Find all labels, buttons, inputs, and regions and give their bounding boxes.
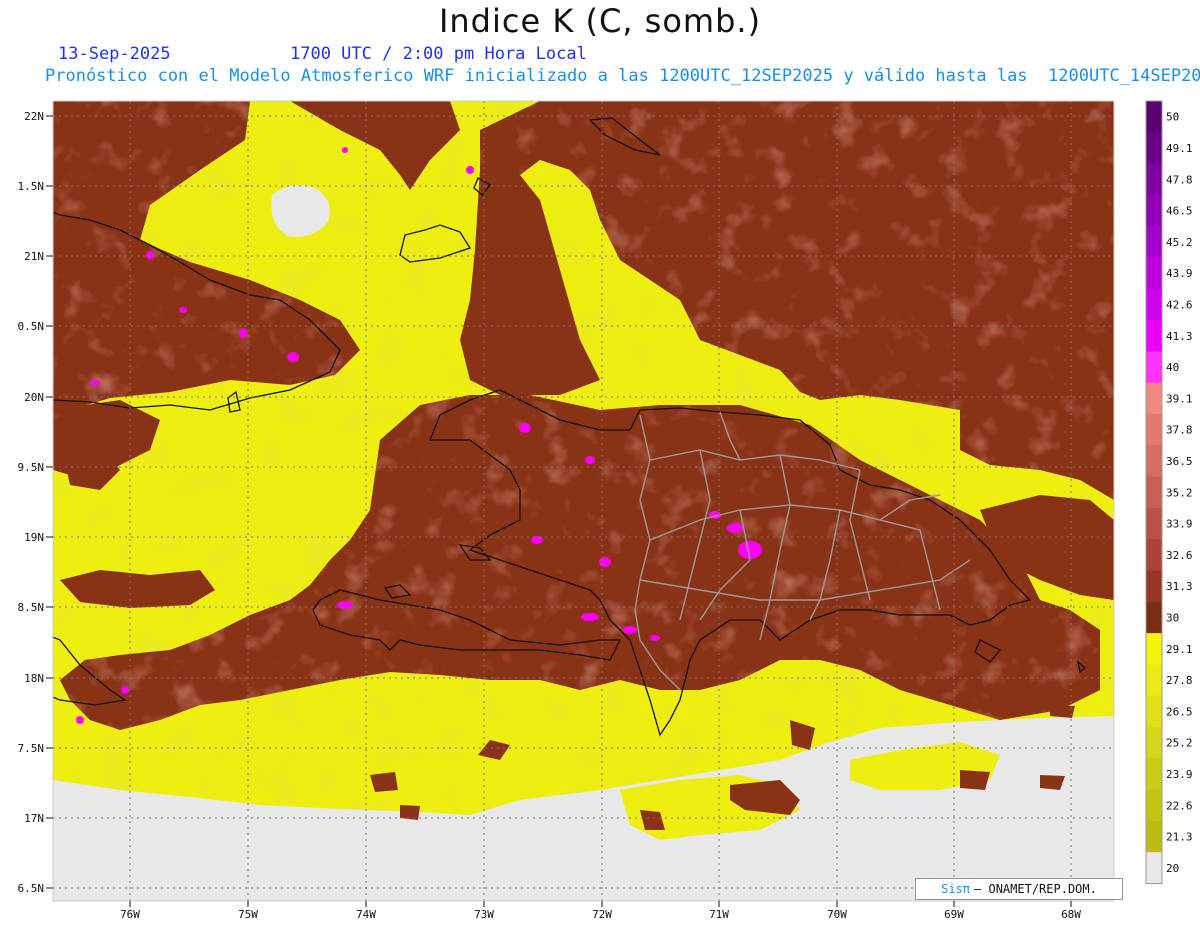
lon-label: 68W (1061, 908, 1081, 921)
credit-text: – ONAMET/REP.DOM. (974, 882, 1097, 896)
colorbar-label: 43.9 (1166, 267, 1193, 280)
colorbar-swatch (1146, 382, 1162, 415)
colorbar-swatch (1146, 351, 1162, 384)
colorbar-label: 20 (1166, 862, 1179, 875)
colorbar-swatch (1146, 539, 1162, 571)
colorbar-swatch (1146, 194, 1162, 227)
lat-label: 18N (24, 672, 44, 685)
latitude-axis: 22N 1.5N 21N 0.5N 20N 9.5N 19N 8.5N 18N … (18, 110, 53, 895)
colorbar-label: 37.8 (1166, 424, 1193, 437)
lat-label: 1.5N (18, 180, 45, 193)
colorbar-label: 41.3 (1166, 330, 1193, 343)
map-plot-area (53, 101, 1114, 901)
lat-label: 6.5N (18, 882, 45, 895)
lat-label: 0.5N (18, 320, 45, 333)
colorbar-swatch (1146, 226, 1162, 258)
lon-label: 74W (356, 908, 376, 921)
colorbar-label: 21.3 (1166, 831, 1193, 844)
colorbar-label: 39.1 (1166, 392, 1193, 405)
colorbar-label: 36.5 (1166, 455, 1193, 468)
colorbar: 50 49.1 47.8 46.5 45.2 43.9 42.6 41.3 40 39.1 37.8… (1145, 100, 1193, 884)
colorbar-label: 31.3 (1166, 580, 1193, 593)
colorbar-swatch (1146, 758, 1162, 791)
colorbar-label: 50 (1166, 111, 1179, 124)
colorbar-swatch (1146, 132, 1162, 165)
colorbar-swatch (1146, 445, 1162, 478)
lat-label: 19N (24, 531, 44, 544)
colorbar-swatch (1146, 727, 1162, 759)
credit-box: Sisπ – ONAMET/REP.DOM. (915, 878, 1123, 900)
colorbar-swatch (1146, 633, 1162, 665)
lat-label: 20N (24, 391, 44, 404)
colorbar-swatch (1146, 257, 1162, 290)
colorbar-label: 45.2 (1166, 236, 1193, 249)
colorbar-label: 22.6 (1166, 799, 1193, 812)
colorbar-label: 42.6 (1166, 298, 1193, 311)
lon-label: 73W (474, 908, 494, 921)
colorbar-swatch (1146, 507, 1162, 540)
colorbar-swatch (1146, 101, 1162, 133)
colorbar-label: 47.8 (1166, 173, 1193, 186)
colorbar-swatch (1146, 163, 1162, 196)
colorbar-swatch (1146, 695, 1162, 728)
longitude-axis: 76W 75W 74W 73W 72W 71W 70W 69W 68W (120, 901, 1081, 921)
colorbar-label: 29.1 (1166, 643, 1193, 656)
colorbar-label: 26.5 (1166, 705, 1193, 718)
colorbar-label: 46.5 (1166, 205, 1193, 218)
colorbar-swatch (1146, 320, 1162, 352)
lat-label: 7.5N (18, 742, 45, 755)
colorbar-label: 49.1 (1166, 142, 1193, 155)
lat-label: 17N (24, 812, 44, 825)
lon-label: 71W (709, 908, 729, 921)
lon-label: 69W (944, 908, 964, 921)
colorbar-label: 33.9 (1166, 518, 1193, 531)
colorbar-swatch (1146, 288, 1162, 321)
colorbar-swatch (1146, 789, 1162, 822)
colorbar-swatch (1146, 820, 1162, 853)
lon-label: 76W (120, 908, 140, 921)
colorbar-swatch (1146, 414, 1162, 446)
lat-label: 21N (24, 250, 44, 263)
colorbar-swatch (1146, 852, 1162, 884)
lon-label: 75W (238, 908, 258, 921)
colorbar-swatch (1146, 601, 1162, 634)
lon-label: 72W (592, 908, 612, 921)
colorbar-label: 23.9 (1166, 768, 1193, 781)
colorbar-swatch (1146, 570, 1162, 603)
colorbar-swatch (1146, 476, 1162, 509)
sispi-logo: Sisπ (941, 882, 971, 896)
colorbar-label: 32.6 (1166, 549, 1193, 562)
lat-label: 22N (24, 110, 44, 123)
lon-label: 70W (827, 908, 847, 921)
lat-label: 9.5N (18, 461, 45, 474)
colorbar-label: 35.2 (1166, 486, 1193, 499)
lat-label: 8.5N (18, 601, 45, 614)
colorbar-label: 27.8 (1166, 674, 1193, 687)
colorbar-label: 30 (1166, 611, 1179, 624)
k-index-map: 22N 1.5N 21N 0.5N 20N 9.5N 19N 8.5N 18N … (18, 100, 1193, 921)
colorbar-label: 25.2 (1166, 737, 1193, 750)
colorbar-swatch (1146, 664, 1162, 697)
colorbar-label: 40 (1166, 361, 1179, 374)
